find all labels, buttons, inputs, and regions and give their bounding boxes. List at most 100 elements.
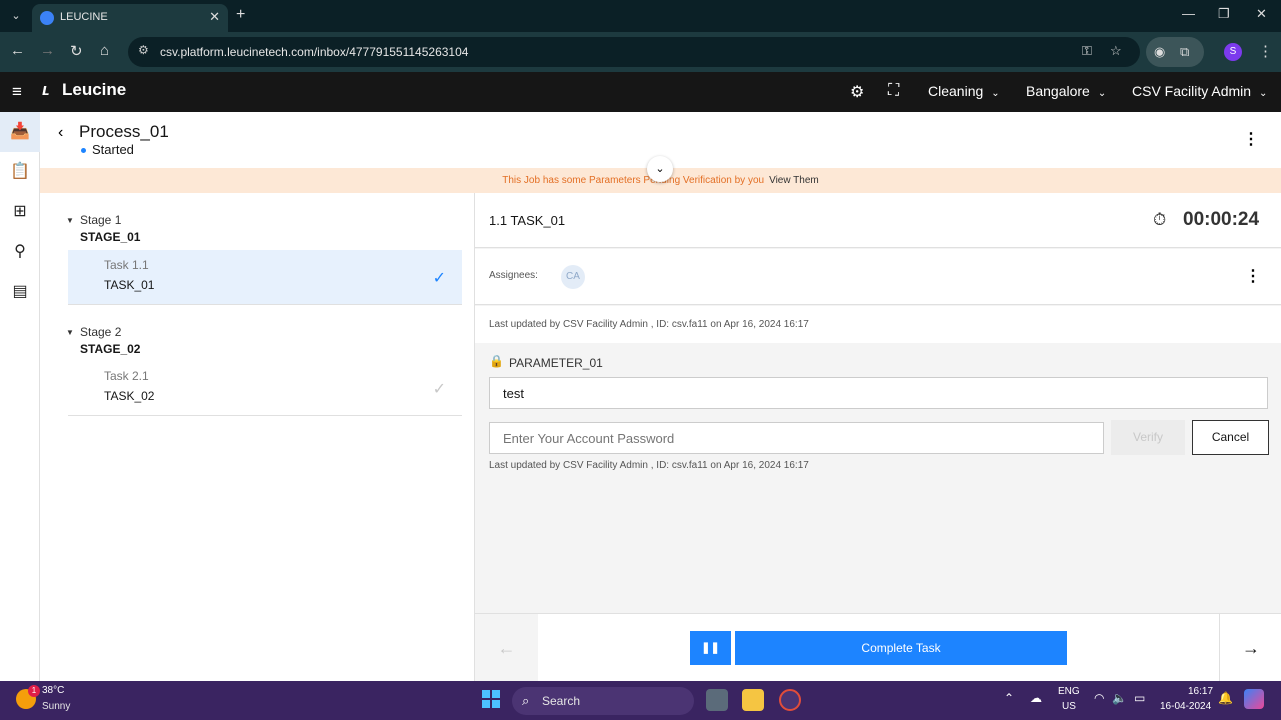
- volume-muted-icon[interactable]: 🔈: [1112, 691, 1127, 705]
- reload-icon[interactable]: ↻: [70, 42, 83, 60]
- app-header: ≡ ʟ Leucine ⚙ ⛶ Cleaning ⌄ Bangalore ⌄ CSV …: [0, 72, 1281, 112]
- check-icon: ✓: [432, 381, 446, 398]
- tab-search-icon[interactable]: ⌄: [6, 6, 26, 26]
- url-text[interactable]: csv.platform.leucinetech.com/inbox/47779…: [160, 45, 468, 59]
- browser-tab-bar: ⌄ LEUCINE ✕ + — ❐ ✕: [0, 0, 1281, 32]
- extensions-icon[interactable]: ⧉: [1180, 44, 1189, 60]
- task-item-task-02[interactable]: Task 2.1 TASK_02 ✓: [68, 361, 462, 415]
- task-header: 1.1 TASK_01 ⏱ 00:00:24: [475, 193, 1281, 248]
- windows-taskbar: 1 38°C Sunny ⌕ Search ⌃ ☁ ENG US ◠ 🔈 ▭ 1…: [0, 681, 1281, 720]
- task-view-icon[interactable]: [706, 689, 728, 711]
- stage-name: STAGE_02: [80, 342, 141, 356]
- caret-down-icon[interactable]: ▼: [66, 216, 74, 225]
- reports-icon[interactable]: ▤: [0, 272, 40, 312]
- job-status: Started: [92, 142, 134, 157]
- weather-badge: 1: [28, 685, 40, 697]
- task-updated-row: Last updated by CSV Facility Admin , ID:…: [475, 306, 1281, 343]
- task-item-task-01[interactable]: Task 1.1 TASK_01 ✓: [68, 250, 462, 304]
- previous-task-arrow-icon[interactable]: ←: [475, 614, 538, 682]
- job-more-options-icon[interactable]: ⋮: [1235, 124, 1267, 156]
- divider: [68, 415, 462, 416]
- clock-date[interactable]: 16-04-2024: [1160, 701, 1211, 712]
- divider: [68, 304, 462, 305]
- clock-time[interactable]: 16:17: [1188, 686, 1213, 697]
- tab-close-icon[interactable]: ✕: [209, 9, 220, 25]
- browser-forward-icon[interactable]: →: [40, 42, 55, 59]
- stage-label: Stage 2: [80, 325, 122, 339]
- job-title: Process_01: [79, 122, 169, 141]
- chevron-down-icon: ⌄: [1097, 88, 1107, 99]
- password-input[interactable]: [489, 422, 1104, 454]
- user-label: CSV Facility Admin: [1132, 83, 1252, 99]
- use-case-dropdown[interactable]: Cleaning ⌄: [928, 83, 1000, 99]
- logo-text: Leucine: [62, 80, 127, 99]
- caret-down-icon[interactable]: ▼: [66, 328, 74, 337]
- settings-gear-icon[interactable]: ⚙: [850, 82, 864, 102]
- task-name: TASK_01: [104, 278, 155, 292]
- facility-label: Bangalore: [1026, 83, 1090, 99]
- leucine-logo[interactable]: ʟ Leucine: [42, 80, 126, 100]
- new-tab-button[interactable]: +: [236, 6, 245, 24]
- lock-icon: 🔒: [489, 354, 504, 368]
- hierarchy-icon[interactable]: ⊞: [0, 192, 40, 232]
- search-icon: ⌕: [522, 693, 530, 708]
- facility-dropdown[interactable]: Bangalore ⌄: [1026, 83, 1106, 99]
- cancel-button[interactable]: Cancel: [1192, 420, 1269, 455]
- tray-chevron-up-icon[interactable]: ⌃: [1004, 691, 1014, 705]
- notification-bell-icon[interactable]: 🔔: [1218, 691, 1233, 705]
- maximize-icon[interactable]: ❐: [1218, 6, 1230, 22]
- stage-list: ▼ Stage 1 STAGE_01 Task 1.1 TASK_01 ✓ ▼ …: [40, 193, 474, 681]
- parameter-name: PARAMETER_01: [509, 356, 603, 370]
- back-arrow-icon[interactable]: ‹: [58, 124, 63, 142]
- bookmark-star-icon[interactable]: ☆: [1110, 43, 1122, 59]
- password-key-icon[interactable]: ⚿: [1082, 43, 1092, 59]
- scan-qr-icon[interactable]: ⛶: [888, 82, 899, 100]
- profile-avatar[interactable]: S: [1224, 43, 1242, 61]
- ontology-icon[interactable]: ⚲: [0, 232, 40, 272]
- onedrive-cloud-icon[interactable]: ☁: [1030, 691, 1042, 705]
- parameter-value-field[interactable]: test: [489, 377, 1268, 409]
- check-icon: ✓: [432, 270, 446, 287]
- inbox-icon[interactable]: 📥: [0, 112, 40, 152]
- region-label: US: [1062, 701, 1076, 712]
- assignees-label: Assignees:: [489, 270, 538, 281]
- assignee-avatar[interactable]: CA: [561, 265, 585, 289]
- task-footer: ← ❚❚ Complete Task →: [475, 613, 1281, 682]
- language-label[interactable]: ENG: [1058, 686, 1080, 697]
- next-task-arrow-icon[interactable]: →: [1219, 614, 1281, 682]
- user-dropdown[interactable]: CSV Facility Admin ⌄: [1132, 83, 1267, 99]
- parameter-last-updated: Last updated by CSV Facility Admin , ID:…: [489, 460, 809, 471]
- task-label: Task 2.1: [104, 369, 149, 383]
- weather-condition: Sunny: [42, 701, 71, 712]
- leucine-favicon-icon: [40, 11, 54, 25]
- browser-back-icon[interactable]: ←: [10, 42, 25, 59]
- taskbar-search[interactable]: ⌕ Search: [512, 687, 694, 715]
- omnibox[interactable]: ⚙ csv.platform.leucinetech.com/inbox/477…: [128, 37, 1140, 67]
- checklist-icon[interactable]: 📋: [0, 152, 40, 192]
- banner-message: This Job has some Parameters Pending Ver…: [502, 175, 765, 186]
- copilot-icon[interactable]: [1244, 689, 1264, 709]
- verify-button[interactable]: Verify: [1111, 420, 1185, 455]
- task-more-options-icon[interactable]: ⋮: [1237, 261, 1269, 293]
- browser-tab[interactable]: LEUCINE ✕: [32, 4, 228, 32]
- chevron-down-icon: ⌄: [1259, 88, 1268, 99]
- complete-task-button[interactable]: Complete Task: [735, 631, 1067, 665]
- window-close-icon[interactable]: ✕: [1256, 6, 1267, 22]
- home-icon[interactable]: ⌂: [100, 42, 109, 59]
- browser-menu-icon[interactable]: ⋮: [1258, 42, 1273, 60]
- file-explorer-icon[interactable]: [742, 689, 764, 711]
- pause-icon[interactable]: ❚❚: [690, 631, 731, 665]
- minimize-icon[interactable]: —: [1182, 6, 1195, 21]
- collapse-chevron-icon[interactable]: ⌄: [647, 156, 673, 182]
- view-them-link[interactable]: View Them: [769, 175, 819, 186]
- wifi-icon[interactable]: ◠: [1094, 691, 1104, 705]
- task-timer: 00:00:24: [1183, 209, 1260, 230]
- site-info-icon[interactable]: ⚙: [138, 43, 149, 57]
- chrome-icon[interactable]: [779, 689, 801, 711]
- camera-icon[interactable]: ◉: [1154, 44, 1165, 60]
- stopwatch-icon: ⏱: [1153, 210, 1167, 229]
- hamburger-menu-icon[interactable]: ≡: [12, 82, 22, 102]
- windows-start-icon[interactable]: [482, 690, 500, 708]
- assignees-row: Assignees: CA ⋮: [475, 249, 1281, 305]
- battery-icon[interactable]: ▭: [1134, 691, 1145, 705]
